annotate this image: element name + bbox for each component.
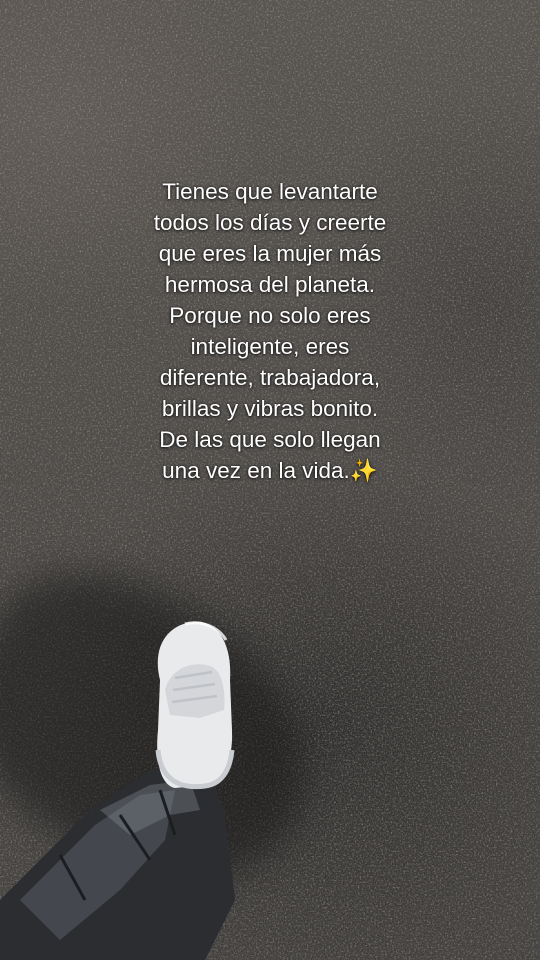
quote-line: hermosa del planeta.: [164, 272, 376, 297]
quote-line: De las que solo llegan: [159, 427, 381, 452]
quote-line: brillas y vibras bonito.: [161, 396, 379, 421]
quote-line: Tienes que levantarte: [162, 179, 378, 204]
sparkles-icon: ✨: [349, 458, 378, 483]
motivational-quote: Tienes que levantarte todos los días y c…: [40, 176, 500, 486]
quote-line: diferente, trabajadora,: [159, 365, 381, 390]
sneaker-and-jeans: [0, 621, 235, 960]
quote-line: inteligente, eres: [190, 334, 350, 359]
quote-line: que eres la mujer más: [158, 241, 382, 266]
quote-last-line: una vez en la vida.✨: [40, 455, 500, 486]
quote-line: todos los días y creerte: [153, 210, 387, 235]
quote-line: Porque no solo eres: [169, 303, 371, 328]
quote-line-text: una vez en la vida.: [162, 458, 350, 483]
